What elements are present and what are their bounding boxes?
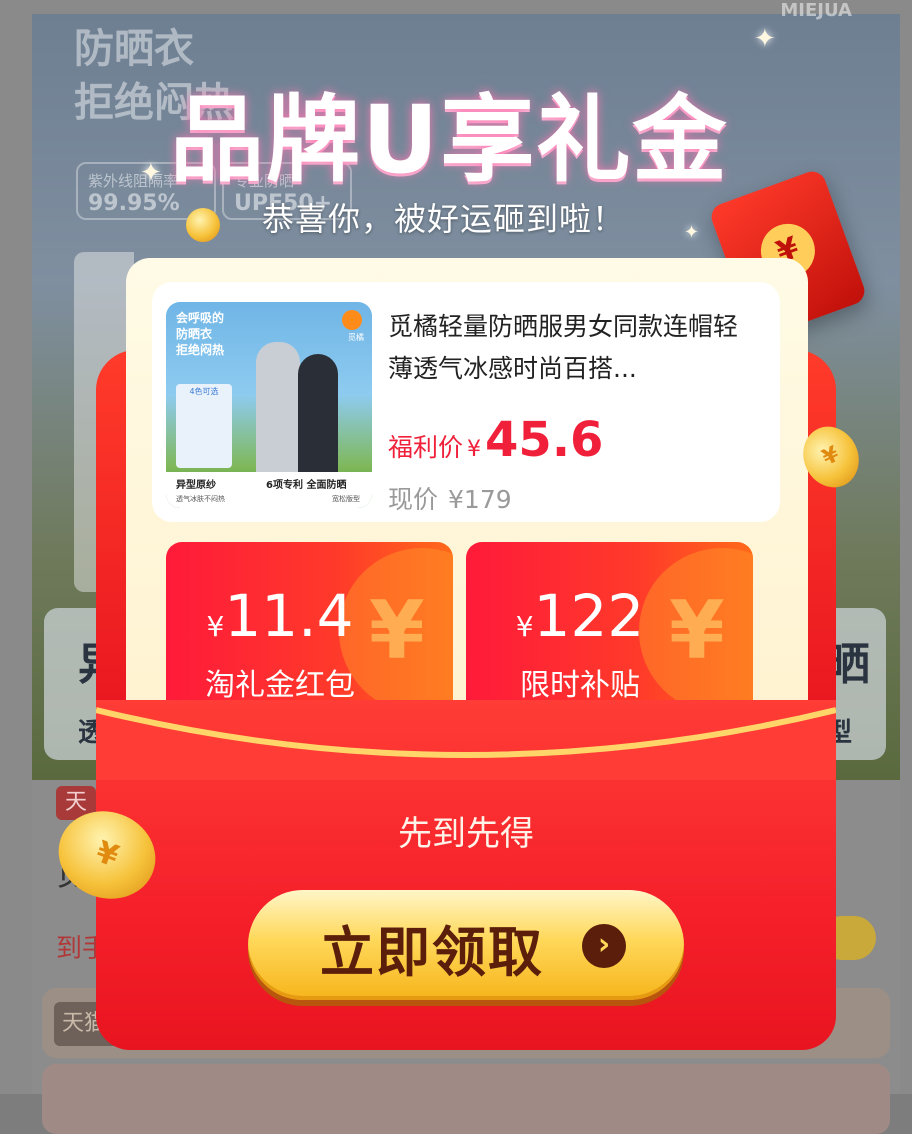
- coupon-amount: ¥11.4: [206, 582, 354, 650]
- product-image-headline: 会呼吸的 防晒衣 拒绝闷热: [176, 311, 225, 357]
- current-price: 现价 ¥179: [388, 480, 512, 516]
- envelope-lip: [96, 707, 836, 780]
- background-row-2: [42, 1064, 890, 1134]
- coin-icon: [186, 208, 220, 242]
- chevron-right-icon: ›: [582, 924, 626, 968]
- product-image-brand: 觅橘: [348, 333, 364, 342]
- sparkle-icon: ✦: [140, 158, 162, 188]
- price-label: 福利价: [388, 433, 464, 462]
- product-color-swatches: 4色可选: [176, 384, 232, 468]
- product-image[interactable]: 会呼吸的 防晒衣 拒绝闷热 觅橘 4色可选 异型原纱 6项专利 全面防晒 透气冰…: [166, 302, 372, 508]
- price-currency: ¥: [467, 437, 482, 462]
- product-title[interactable]: 觅橘轻量防晒服男女同款连帽轻薄透气冰感时尚百搭...: [388, 306, 760, 390]
- background-brand: MIEJUA: [780, 0, 852, 21]
- popup-subheadline: 恭喜你，被好运砸到啦！: [262, 200, 626, 238]
- current-price-value: ¥179: [448, 485, 512, 514]
- welfare-price: 福利价 ¥45.6: [388, 412, 603, 472]
- current-price-label: 现价: [388, 485, 439, 514]
- product-model-man: [256, 342, 300, 482]
- product-image-footer: 异型原纱 6项专利 全面防晒 透气冰肤不闷热 宽松版型: [166, 472, 372, 508]
- claim-now-button[interactable]: 立即领取 ›: [248, 890, 684, 1000]
- product-model-woman: [298, 354, 338, 482]
- first-come-hint: 先到先得: [398, 814, 534, 854]
- claim-now-label: 立即领取: [320, 921, 544, 984]
- sparkle-icon: ✦: [754, 24, 776, 54]
- price-value: 45.6: [485, 412, 604, 468]
- coupon-amount: ¥122: [515, 582, 645, 650]
- popup-headline: 品牌U享礼金: [170, 86, 729, 195]
- sparkle-icon: ✦: [684, 222, 700, 243]
- brand-logo-icon: [342, 310, 362, 330]
